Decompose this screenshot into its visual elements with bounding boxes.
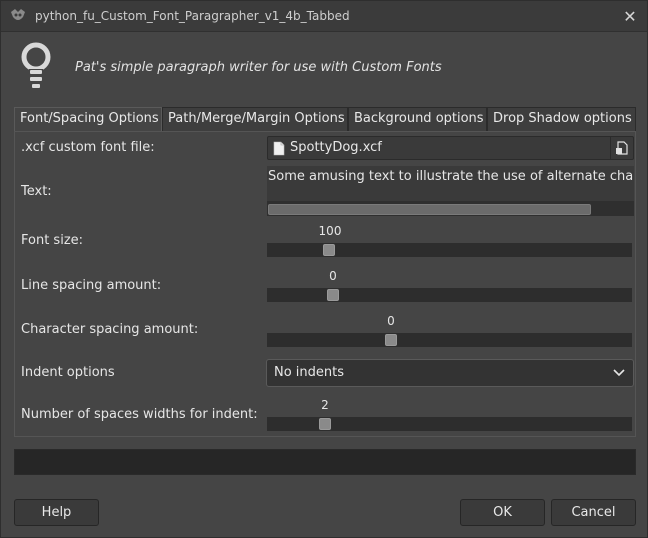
plugin-header: Pat's simple paragraph writer for use wi… [19,41,629,93]
char-spacing-value: 0 [387,314,395,328]
tab-drop-shadow-options[interactable]: Drop Shadow options [487,107,636,131]
progress-bar [14,449,636,475]
gimp-icon [11,9,25,20]
font-size-value: 100 [318,224,342,238]
line-spacing-slider[interactable] [267,288,632,302]
line-spacing-value: 0 [329,269,337,283]
indent-spaces-label: Number of spaces widths for indent: [21,407,258,422]
cancel-button[interactable]: Cancel [551,499,636,526]
indent-spaces-value: 2 [321,398,329,412]
chevron-down-icon [613,369,625,377]
font-size-slider-handle[interactable] [323,244,335,256]
scrollbar-thumb[interactable] [268,204,591,215]
close-button[interactable]: ✕ [613,1,647,32]
text-input-content: Some amusing text to illustrate the use … [268,169,634,184]
lightbulb-icon [21,42,51,88]
close-icon: ✕ [623,7,637,26]
plugin-description: Pat's simple paragraph writer for use wi… [75,60,442,75]
tab-font-spacing-options[interactable]: Font/Spacing Options [14,107,162,132]
line-spacing-slider-handle[interactable] [327,289,339,301]
indent-spaces-slider[interactable] [267,417,632,431]
window-title: python_fu_Custom_Font_Paragrapher_v1_4b_… [35,9,350,23]
indent-options-selected: No indents [274,365,345,380]
font-file-name: SpottyDog.xcf [290,140,382,155]
dialog-window: python_fu_Custom_Font_Paragrapher_v1_4b_… [0,0,648,538]
tab-bar: Font/Spacing Options Path/Merge/Margin O… [14,107,636,132]
document-icon [273,141,285,156]
indent-options-select[interactable]: No indents [266,359,634,387]
line-spacing-label: Line spacing amount: [21,278,162,293]
title-bar[interactable]: python_fu_Custom_Font_Paragrapher_v1_4b_… [1,1,647,32]
font-size-slider[interactable] [267,243,632,257]
font-spacing-panel: .xcf custom font file: SpottyDog.xcf Tex… [14,131,636,437]
text-input[interactable]: Some amusing text to illustrate the use … [267,166,634,216]
font-file-chooser[interactable]: SpottyDog.xcf [267,136,634,160]
char-spacing-label: Character spacing amount: [21,322,199,337]
help-button[interactable]: Help [14,499,99,526]
char-spacing-slider[interactable] [267,333,632,347]
indent-options-label: Indent options [21,365,115,380]
indent-spaces-slider-handle[interactable] [319,418,331,430]
tab-path-merge-margin-options[interactable]: Path/Merge/Margin Options [162,107,348,131]
font-file-label: .xcf custom font file: [21,140,155,155]
tab-background-options[interactable]: Background options [348,107,487,131]
open-file-icon[interactable] [615,141,629,155]
font-size-label: Font size: [21,233,84,248]
text-label: Text: [21,184,52,199]
text-horizontal-scrollbar[interactable] [267,201,634,216]
char-spacing-slider-handle[interactable] [385,334,397,346]
ok-button[interactable]: OK [460,499,545,526]
chooser-separator [610,137,611,159]
